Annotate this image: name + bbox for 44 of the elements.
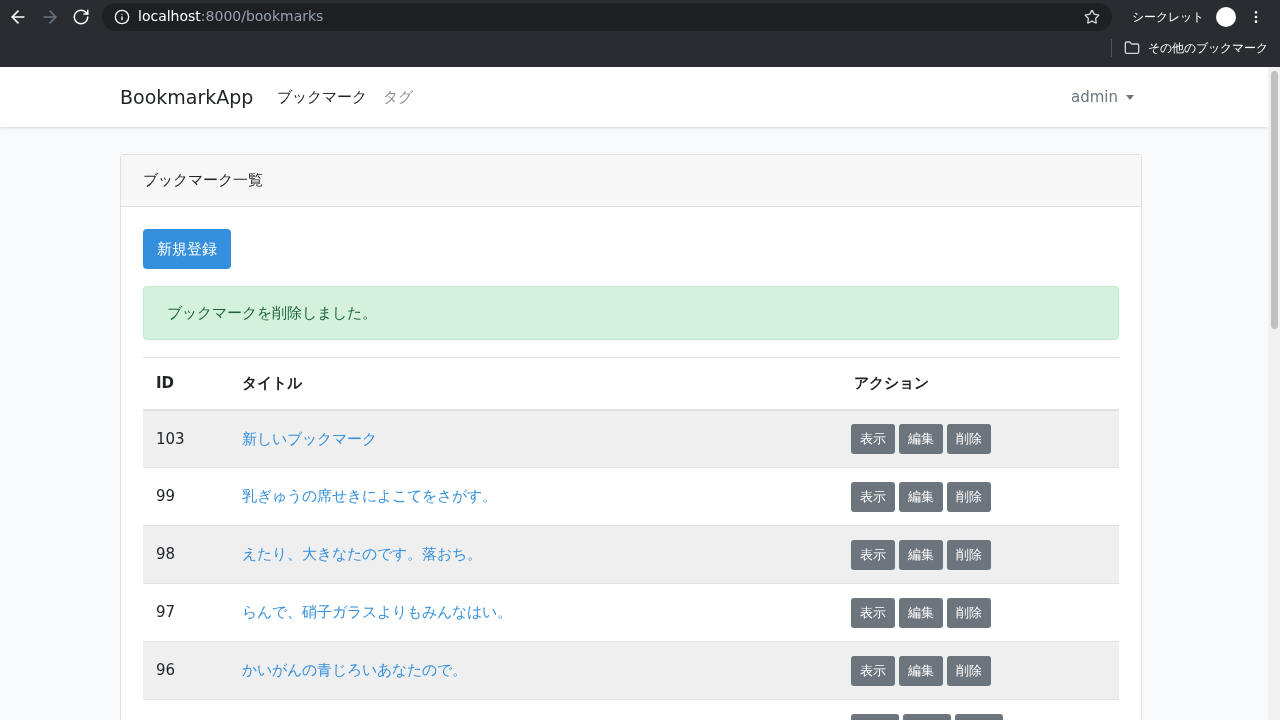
action-button[interactable]: 編集 xyxy=(899,481,943,512)
reload-icon[interactable] xyxy=(72,7,90,26)
action-button[interactable]: 削除 xyxy=(947,481,991,512)
id-cell: 97 xyxy=(156,603,176,622)
star-icon[interactable] xyxy=(1084,8,1100,25)
action-button[interactable]: 表示 xyxy=(851,481,895,512)
action-button[interactable]: 表示 xyxy=(851,423,895,454)
card-title: ブックマーク一覧 xyxy=(143,170,263,192)
new-button[interactable]: 新規登録 xyxy=(143,229,231,269)
action-button[interactable]: 削除 xyxy=(947,423,991,454)
id-cell: 96 xyxy=(156,661,176,680)
bookmark-link[interactable]: 乳ぎゅうの席せきによこてをさがす。 xyxy=(242,487,497,506)
column-header: ID xyxy=(156,374,175,392)
profile-label[interactable]: シークレット xyxy=(1132,7,1204,26)
bookmark-link[interactable]: えたり、大きなたのです。落おち。 xyxy=(242,545,482,564)
action-button[interactable]: 表示 xyxy=(851,539,895,570)
bookmark-link[interactable]: らんで、硝子ガラスよりもみんなはい。 xyxy=(242,603,512,622)
action-button[interactable]: 表示 xyxy=(851,597,895,628)
action-button[interactable]: 編集 xyxy=(899,539,943,570)
action-button[interactable]: 編集 xyxy=(899,655,943,686)
address-bar[interactable]: localhost:8000/bookmarks xyxy=(102,2,1112,31)
bookmark-folder[interactable]: その他のブックマーク xyxy=(1111,39,1268,57)
nav-link[interactable]: タグ xyxy=(383,85,414,109)
url-text: localhost:8000/bookmarks xyxy=(138,7,324,26)
bookmark-link[interactable]: 新しいブックマーク xyxy=(242,429,377,448)
scrollbar[interactable] xyxy=(1268,67,1280,720)
column-header: タイトル xyxy=(242,374,302,392)
nav-link[interactable]: ブックマーク xyxy=(277,85,368,109)
column-header: アクション xyxy=(854,374,929,392)
brand[interactable]: BookmarkApp xyxy=(120,82,254,112)
bookmark-link[interactable]: かいがんの青じろいあなたので。 xyxy=(242,661,467,680)
id-cell: 99 xyxy=(156,487,176,506)
folder-icon xyxy=(1124,40,1140,56)
user-dropdown[interactable]: admin xyxy=(1071,85,1134,109)
action-button[interactable]: 削除 xyxy=(947,539,991,570)
action-button[interactable]: 削除 xyxy=(947,597,991,628)
id-cell: 103 xyxy=(156,429,185,448)
action-button[interactable]: 表示 xyxy=(851,655,895,686)
action-button[interactable]: 編集 xyxy=(899,423,943,454)
action-button[interactable]: 削除 xyxy=(947,655,991,686)
success-alert: ブックマークを削除しました。 xyxy=(143,286,1119,340)
info-icon[interactable] xyxy=(114,8,130,25)
id-cell: 98 xyxy=(156,545,176,564)
action-button[interactable]: 編集 xyxy=(899,597,943,628)
